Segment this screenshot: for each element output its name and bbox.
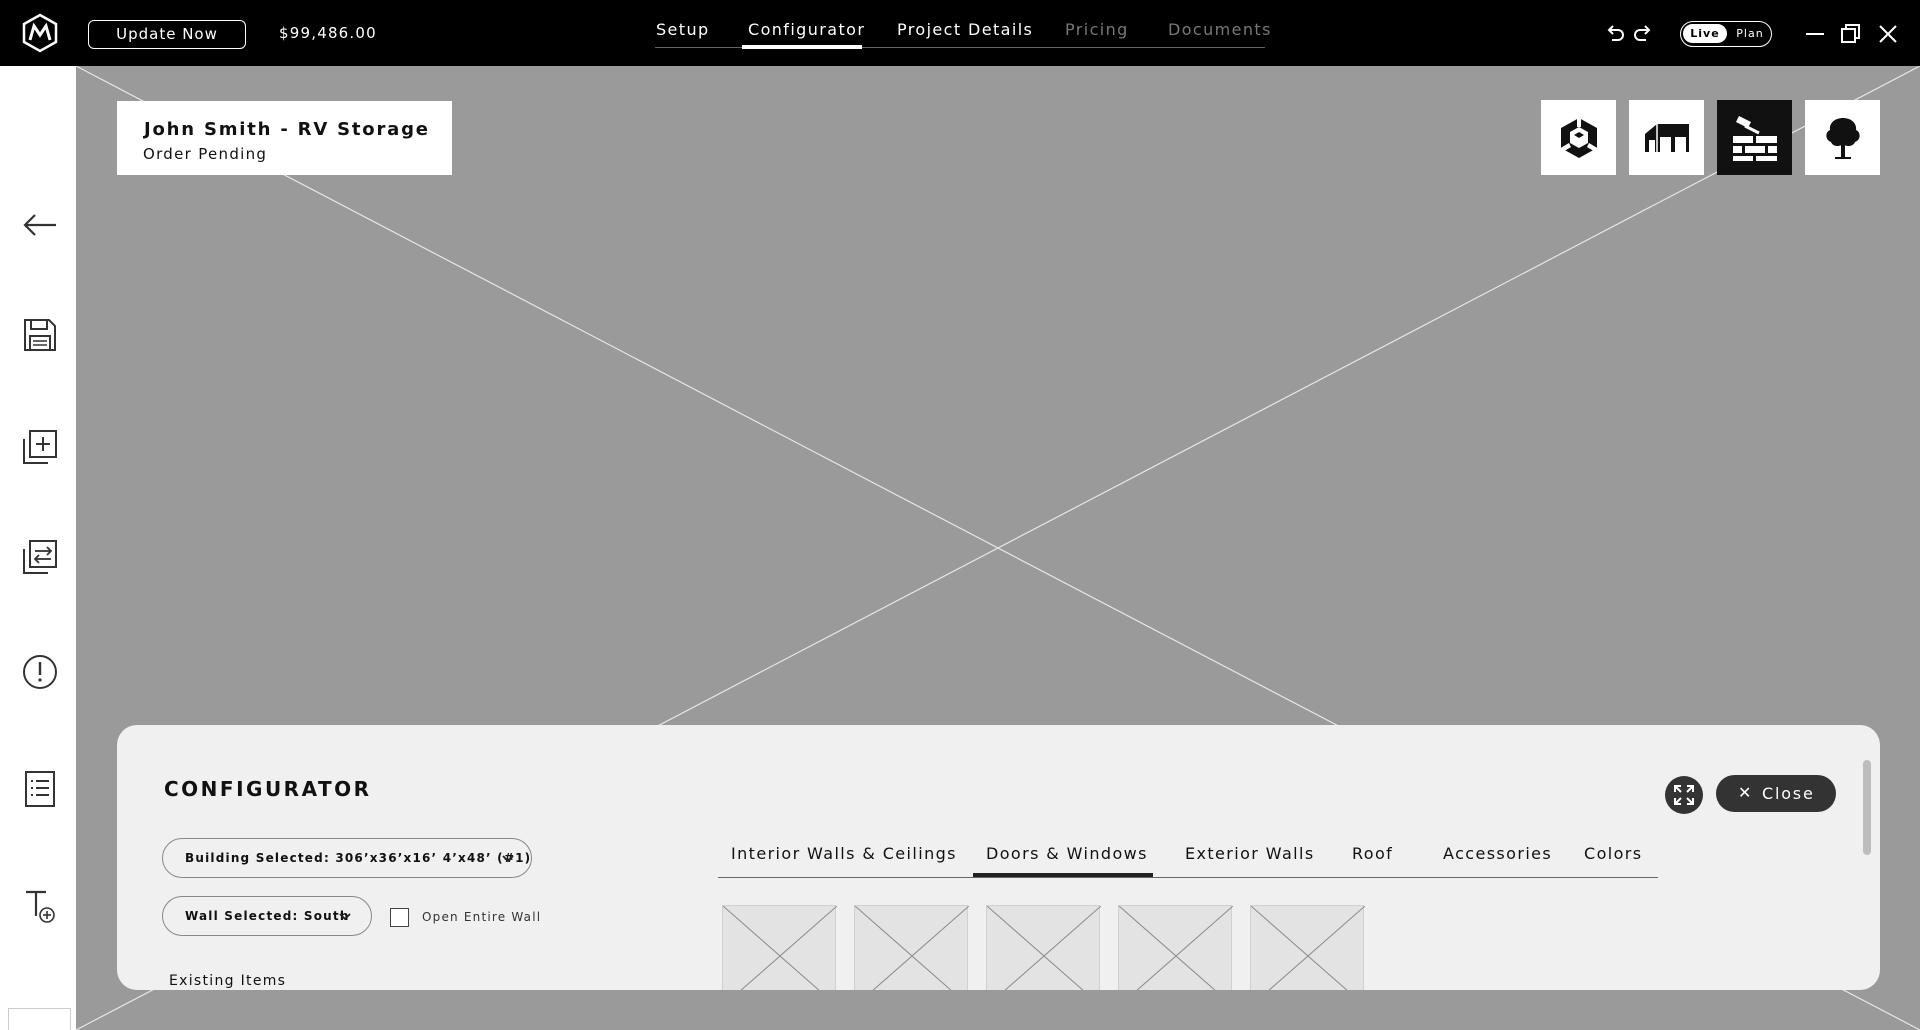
panel-title: CONFIGURATOR bbox=[164, 777, 372, 801]
view-button-3d[interactable] bbox=[1541, 100, 1616, 175]
existing-items-label: Existing Items bbox=[169, 973, 287, 989]
open-entire-wall-label: Open Entire Wall bbox=[422, 910, 542, 924]
project-info-card: John Smith - RV Storage Order Pending bbox=[117, 101, 452, 175]
panel-scrollbar[interactable] bbox=[1863, 760, 1871, 855]
building-select-dropdown[interactable]: Building Selected: 306’x36’x16’ 4’x48’ (… bbox=[162, 838, 532, 878]
tab-setup[interactable]: Setup bbox=[656, 20, 710, 39]
expand-icon bbox=[1674, 785, 1694, 805]
top-bar: Update Now $99,486.00 Setup Configurator… bbox=[0, 0, 1920, 66]
tab-accessories[interactable]: Accessories bbox=[1443, 844, 1552, 863]
expand-button[interactable] bbox=[1665, 776, 1703, 814]
wall-select-dropdown[interactable]: Wall Selected: South bbox=[162, 896, 372, 936]
tab-roof[interactable]: Roof bbox=[1352, 844, 1393, 863]
image-placeholder-icon bbox=[723, 906, 837, 990]
m-logo-icon[interactable] bbox=[20, 13, 60, 53]
project-title: John Smith - RV Storage bbox=[144, 119, 430, 140]
tab-documents[interactable]: Documents bbox=[1168, 20, 1272, 39]
view-button-building[interactable] bbox=[1629, 100, 1704, 175]
view-button-walls[interactable] bbox=[1717, 100, 1792, 175]
close-icon: ✕ bbox=[1738, 783, 1752, 802]
chevron-down-icon bbox=[339, 913, 351, 921]
image-placeholder-icon bbox=[987, 906, 1101, 990]
tab-configurator[interactable]: Configurator bbox=[748, 20, 865, 39]
item-thumbnail[interactable] bbox=[722, 905, 837, 990]
item-thumbnail[interactable] bbox=[1118, 905, 1233, 990]
undo-icon[interactable] bbox=[1603, 22, 1627, 46]
project-status: Order Pending bbox=[143, 145, 268, 163]
toggle-live-option[interactable]: Live bbox=[1683, 24, 1727, 43]
category-tabs: Interior Walls & Ceilings Doors & Window… bbox=[718, 837, 1658, 878]
tab-colors[interactable]: Colors bbox=[1584, 844, 1643, 863]
close-label: Close bbox=[1762, 784, 1815, 803]
active-tab-indicator bbox=[742, 45, 862, 49]
close-panel-button[interactable]: ✕ Close bbox=[1716, 775, 1836, 812]
add-building-icon[interactable] bbox=[20, 427, 60, 467]
tree-icon bbox=[1826, 118, 1860, 159]
tab-pricing[interactable]: Pricing bbox=[1065, 20, 1129, 39]
save-icon[interactable] bbox=[20, 315, 60, 355]
swap-icon[interactable] bbox=[20, 537, 60, 577]
back-arrow-icon[interactable] bbox=[20, 205, 60, 245]
tab-exterior-walls[interactable]: Exterior Walls bbox=[1185, 844, 1315, 863]
tab-interior-walls-ceilings[interactable]: Interior Walls & Ceilings bbox=[731, 844, 957, 863]
image-placeholder-icon bbox=[1251, 906, 1365, 990]
restore-window-icon[interactable] bbox=[1839, 22, 1863, 46]
open-entire-wall-checkbox[interactable] bbox=[390, 908, 409, 927]
active-category-indicator bbox=[973, 873, 1153, 877]
view-button-landscape[interactable] bbox=[1805, 100, 1880, 175]
tab-doors-windows[interactable]: Doors & Windows bbox=[986, 844, 1148, 863]
3d-cube-icon bbox=[1559, 114, 1599, 158]
sidebar-bottom-tab[interactable] bbox=[8, 1008, 71, 1030]
list-icon[interactable] bbox=[20, 769, 60, 809]
wall-select-label: Wall Selected: South bbox=[185, 909, 350, 923]
alert-icon[interactable] bbox=[20, 652, 60, 692]
redo-icon[interactable] bbox=[1631, 22, 1655, 46]
toggle-plan-option[interactable]: Plan bbox=[1731, 24, 1769, 43]
add-text-icon[interactable] bbox=[20, 886, 60, 926]
total-price: $99,486.00 bbox=[279, 24, 377, 42]
item-thumbnail[interactable] bbox=[1250, 905, 1365, 990]
building-icon bbox=[1645, 124, 1689, 152]
image-placeholder-icon bbox=[855, 906, 969, 990]
item-thumbnail[interactable] bbox=[986, 905, 1101, 990]
close-window-icon[interactable] bbox=[1876, 22, 1900, 46]
configurator-panel: CONFIGURATOR ✕ Close Building Selected: … bbox=[117, 725, 1880, 990]
live-plan-toggle[interactable]: Live Plan bbox=[1680, 21, 1772, 47]
building-select-label: Building Selected: 306’x36’x16’ 4’x48’ (… bbox=[185, 851, 532, 865]
update-now-button[interactable]: Update Now bbox=[88, 20, 246, 49]
wall-brick-icon bbox=[1733, 116, 1777, 161]
image-placeholder-icon bbox=[1119, 906, 1233, 990]
tab-project-details[interactable]: Project Details bbox=[897, 20, 1033, 39]
minimize-icon[interactable] bbox=[1803, 22, 1827, 46]
chevron-down-icon bbox=[502, 855, 514, 863]
item-thumbnail[interactable] bbox=[854, 905, 969, 990]
